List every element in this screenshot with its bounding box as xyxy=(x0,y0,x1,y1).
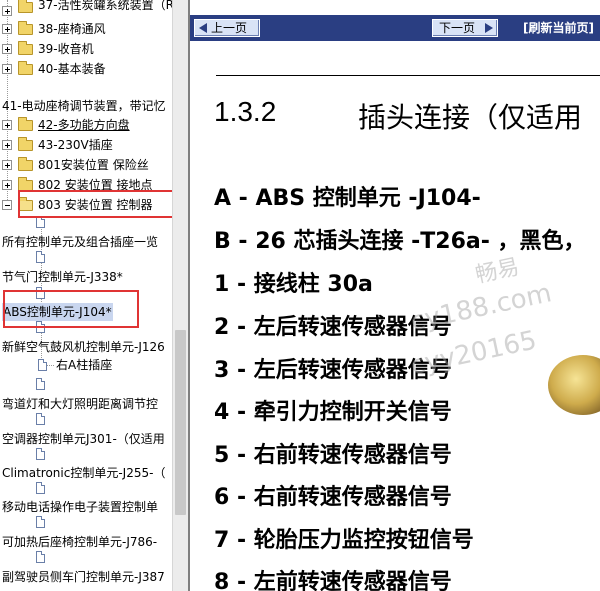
watermark-logo xyxy=(548,355,600,415)
tree-item-label: 43-230V插座 xyxy=(38,138,113,152)
tree-item-43[interactable]: 43-230V插座 xyxy=(0,136,172,154)
folder-icon xyxy=(18,137,33,151)
right-arrow-icon xyxy=(485,23,493,33)
document-icon xyxy=(36,216,45,228)
app-window: 37-活性炭罐系统装置（RS 38-座椅通风 39-收音机 40-基本装备 41… xyxy=(0,0,600,591)
tree-item-label: 节气门控制单元-J338* xyxy=(2,270,123,284)
folder-icon xyxy=(18,21,33,35)
tree-item-label: 移动电话操作电子装置控制单 xyxy=(2,500,159,514)
document-icon xyxy=(36,448,45,460)
navigation-tree: 37-活性炭罐系统装置（RS 38-座椅通风 39-收音机 40-基本装备 41… xyxy=(0,0,172,591)
tree-item-38[interactable]: 38-座椅通风 xyxy=(0,20,172,38)
pin-item: B - 26 芯插头连接 -T26a- ，黑色， xyxy=(214,229,586,254)
next-page-button[interactable]: 下一页 xyxy=(432,19,498,37)
expand-icon[interactable] xyxy=(2,6,12,16)
tree-item-doc-selected[interactable]: ABS控制单元-J104* xyxy=(0,303,172,321)
tree-item-label: 副驾驶员侧车门控制单元-J387 xyxy=(2,570,165,584)
document-icon xyxy=(36,287,45,299)
tree-item-41[interactable]: 41-电动座椅调节装置，带记忆 xyxy=(0,97,172,115)
document-icon xyxy=(36,321,45,333)
left-arrow-icon xyxy=(199,23,207,33)
pin-item: 1 - 接线柱 30a xyxy=(214,272,373,297)
open-folder-icon xyxy=(18,197,33,211)
tree-item-label: 42-多功能方向盘 xyxy=(38,118,130,132)
expand-icon[interactable] xyxy=(2,64,12,74)
tree-item-label: 弯道灯和大灯照明距离调节控 xyxy=(2,397,159,411)
expand-icon[interactable] xyxy=(2,24,12,34)
tree-item-801[interactable]: 801安装位置 保险丝 xyxy=(0,156,172,174)
folder-icon xyxy=(18,41,33,55)
tree-item-42[interactable]: 42-多功能方向盘 xyxy=(0,116,172,134)
document-pane: 上一页 下一页 [刷新当前页] 1.3.2 插头连接（仅适用 A - ABS 控… xyxy=(188,0,600,591)
prev-page-label: 上一页 xyxy=(211,21,248,35)
document-icon xyxy=(36,516,45,528)
expand-icon[interactable] xyxy=(2,44,12,54)
tree-item-label: 41-电动座椅调节装置，带记忆 xyxy=(2,99,166,113)
section-divider xyxy=(216,75,600,76)
tree-item-label: 40-基本装备 xyxy=(38,62,106,76)
tree-item-doc[interactable]: 右A柱插座 xyxy=(0,356,172,374)
prev-page-button[interactable]: 上一页 xyxy=(194,19,260,37)
pin-item: 2 - 左后转速传感器信号 xyxy=(214,315,452,340)
page-nav-bar: 上一页 下一页 [刷新当前页] xyxy=(190,15,600,41)
pin-item: 3 - 左后转速传感器信号 xyxy=(214,358,452,383)
tree-item-39[interactable]: 39-收音机 xyxy=(0,40,172,58)
tree-item-label: 803 安装位置 控制器 xyxy=(38,198,153,212)
folder-icon xyxy=(18,61,33,75)
expand-icon[interactable] xyxy=(2,120,12,130)
tree-item-label: 空调器控制单元J301-（仅适用 xyxy=(2,432,165,446)
document-icon xyxy=(36,251,45,263)
tree-item-label: 可加热后座椅控制单元-J786- xyxy=(2,535,158,549)
expand-icon[interactable] xyxy=(2,140,12,150)
document-icon xyxy=(36,413,45,425)
tree-item-label: 37-活性炭罐系统装置（RS xyxy=(38,0,172,12)
pin-item: 8 - 左前转速传感器信号 xyxy=(214,570,452,591)
tree-item-doc[interactable]: 可加热后座椅控制单元-J786- xyxy=(0,533,172,551)
refresh-page-link[interactable]: [刷新当前页] xyxy=(523,19,594,37)
document-icon xyxy=(38,359,47,371)
tree-scrollbar[interactable] xyxy=(172,0,188,591)
document-icon xyxy=(36,482,45,494)
pin-item: 5 - 右前转速传感器信号 xyxy=(214,443,452,468)
tree-item-doc[interactable]: Climatronic控制单元-J255-（ xyxy=(0,464,172,482)
section-title: 插头连接（仅适用 xyxy=(358,101,583,134)
pin-item: 6 - 右前转速传感器信号 xyxy=(214,485,452,510)
pin-item: A - ABS 控制单元 -J104- xyxy=(214,186,481,211)
tree-item-label: ABS控制单元-J104* xyxy=(2,303,113,321)
tree-item-37[interactable]: 37-活性炭罐系统装置（RS xyxy=(0,0,172,20)
next-page-label: 下一页 xyxy=(439,21,476,35)
tree-item-label: 右A柱插座 xyxy=(56,358,113,372)
tree-item-label: 801安装位置 保险丝 xyxy=(38,158,149,172)
folder-icon xyxy=(18,117,33,131)
tree-item-label: 802 安装位置 接地点 xyxy=(38,178,153,192)
pin-item: 4 - 牵引力控制开关信号 xyxy=(214,400,452,425)
tree-item-doc[interactable]: 副驾驶员侧车门控制单元-J387 xyxy=(0,568,172,586)
collapse-icon[interactable] xyxy=(2,200,12,210)
tree-item-40[interactable]: 40-基本装备 xyxy=(0,60,172,78)
tree-item-label: 所有控制单元及组合插座一览 xyxy=(2,235,159,249)
tree-item-doc[interactable]: 移动电话操作电子装置控制单 xyxy=(0,498,172,516)
tree-item-label: 38-座椅通风 xyxy=(38,22,106,36)
section-number: 1.3.2 xyxy=(214,96,277,127)
tree-item-label: Climatronic控制单元-J255-（ xyxy=(2,466,166,480)
expand-icon[interactable] xyxy=(2,180,12,190)
tree-item-label: 39-收音机 xyxy=(38,42,94,56)
tree-item-label: 新鲜空气鼓风机控制单元-J126 xyxy=(2,340,165,354)
tree-item-803[interactable]: 803 安装位置 控制器 xyxy=(0,196,172,214)
folder-icon xyxy=(18,177,33,191)
document-icon xyxy=(36,551,45,563)
document-icon xyxy=(36,378,45,390)
tree-item-802[interactable]: 802 安装位置 接地点 xyxy=(0,176,172,194)
tree-item-doc[interactable]: 节气门控制单元-J338* xyxy=(0,268,172,286)
tree-item-doc[interactable]: 新鲜空气鼓风机控制单元-J126 xyxy=(0,338,172,356)
expand-icon[interactable] xyxy=(2,160,12,170)
tree-item-doc[interactable]: 弯道灯和大灯照明距离调节控 xyxy=(0,395,172,413)
tree-item-doc[interactable]: 所有控制单元及组合插座一览 xyxy=(0,233,172,251)
scrollbar-thumb[interactable] xyxy=(175,330,186,515)
folder-icon xyxy=(18,157,33,171)
pin-item: 7 - 轮胎压力监控按钮信号 xyxy=(214,528,474,553)
folder-icon xyxy=(18,0,33,13)
tree-item-doc[interactable]: 空调器控制单元J301-（仅适用 xyxy=(0,430,172,448)
